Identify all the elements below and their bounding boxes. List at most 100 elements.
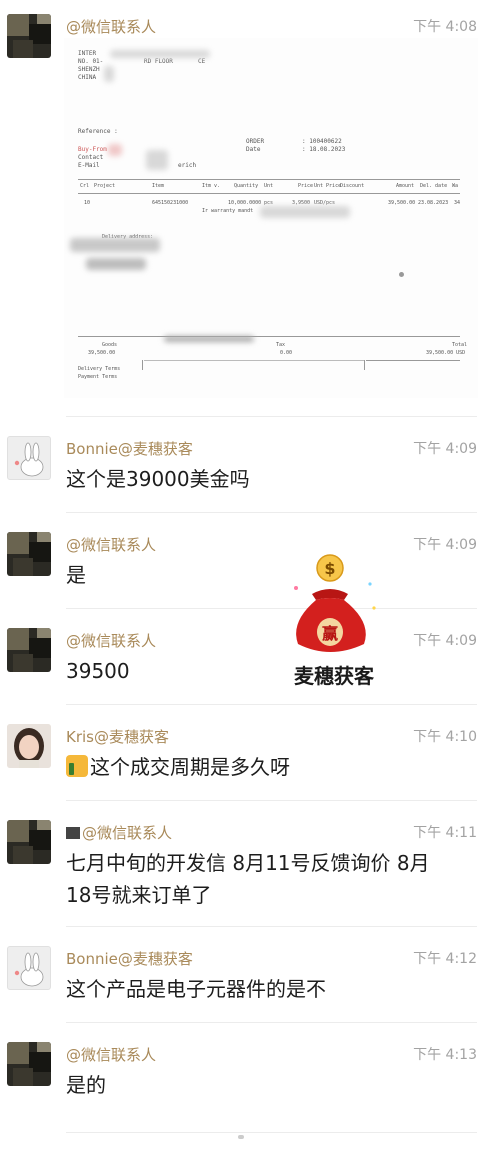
doc-cell: 34 xyxy=(454,200,461,206)
doc-col: Wa xyxy=(452,183,459,189)
sender-label: @微信联系人 xyxy=(66,18,157,36)
timestamp: 下午 4:10 xyxy=(413,729,477,745)
doc-reference-label: Reference : xyxy=(78,128,118,135)
message-text[interactable]: 是的 xyxy=(66,1068,106,1102)
doc-buyfrom-label: Buy-From xyxy=(78,146,107,153)
avatar[interactable] xyxy=(7,628,51,672)
sender-label: @微信联系人 xyxy=(66,536,157,554)
doc-col: Discount xyxy=(340,183,365,189)
doc-cell: 10 xyxy=(84,200,91,206)
doc-header-line: NO. 01- xyxy=(78,58,104,65)
message-3: @微信联系人 下午 4:09 是 xyxy=(0,514,497,610)
message-divider xyxy=(66,1132,477,1133)
timestamp: 下午 4:13 xyxy=(413,1047,477,1063)
message-1: @微信联系人 下午 4:08 INTER NO. 01- RD FLOOR CE… xyxy=(0,0,497,418)
money-bag-sticker: $ 赢 麦穗获客 xyxy=(282,548,386,698)
message-divider xyxy=(66,512,477,513)
sender-name: Bonnie@麦穗获客 xyxy=(66,950,193,968)
sender-label: @微信联系人 xyxy=(82,824,173,842)
bunny-icon xyxy=(14,442,44,477)
doc-header-line: SHENZH xyxy=(78,66,100,73)
avatar[interactable] xyxy=(7,1042,51,1086)
doc-col: Unt Price xyxy=(314,183,342,189)
avatar[interactable] xyxy=(7,436,51,480)
doc-header-line: CHINA xyxy=(78,74,97,81)
doc-col: Amount xyxy=(396,183,415,189)
svg-text:$: $ xyxy=(324,559,335,578)
message-text[interactable]: 七月中旬的开发信 8月11号反馈询价 8月 xyxy=(66,846,430,880)
doc-date-label: Date xyxy=(246,146,261,153)
message-text[interactable]: 这个是39000美金吗 xyxy=(66,462,250,496)
doc-email-value: erich xyxy=(178,162,197,169)
portrait-avatar-image xyxy=(7,724,51,768)
sticker-label: 麦穗获客 xyxy=(294,664,374,688)
avatar[interactable] xyxy=(7,820,51,864)
doc-email-label: E-Mail xyxy=(78,162,100,169)
thumbs-up-icon xyxy=(66,755,88,777)
timestamp: 下午 4:09 xyxy=(413,633,477,649)
sender-name: Bonnie@麦穗获客 xyxy=(66,440,193,458)
doc-col: Project xyxy=(94,183,116,189)
avatar[interactable] xyxy=(7,946,51,990)
doc-cell: 39,500.00 xyxy=(388,200,416,206)
message-2: Bonnie@麦穗获客 下午 4:09 这个是39000美金吗 xyxy=(0,418,497,514)
bunny-icon xyxy=(14,952,44,987)
message-text-line2[interactable]: 18号就来订单了 xyxy=(66,878,211,912)
sender-label: @微信联系人 xyxy=(66,632,157,650)
message-4: @微信联系人 下午 4:09 39500 xyxy=(0,610,497,706)
doc-col: Price xyxy=(298,183,314,189)
avatar[interactable] xyxy=(7,532,51,576)
timestamp: 下午 4:09 xyxy=(413,537,477,553)
doc-goods-label: Goods xyxy=(102,342,118,348)
order-document-image[interactable]: INTER NO. 01- RD FLOOR CE SHENZH CHINA R… xyxy=(64,38,478,398)
timestamp: 下午 4:11 xyxy=(413,825,477,841)
sender-name: @微信联系人 xyxy=(66,1044,156,1065)
doc-cell: 10,000.0000 xyxy=(228,200,262,206)
message-7: Bonnie@麦穗获客 下午 4:12 这个产品是电子元器件的是不 xyxy=(0,928,497,1024)
message-divider xyxy=(66,608,477,609)
message-8: @微信联系人 下午 4:13 是的 xyxy=(0,1024,497,1134)
message-text[interactable]: 是 xyxy=(66,558,86,592)
doc-goods-value: 39,500.00 xyxy=(88,350,116,356)
doc-order-value: : 100400622 xyxy=(302,138,342,145)
message-text-content: 这个成交周期是多久呀 xyxy=(90,755,290,779)
sender-name: @微信联系人 xyxy=(66,16,156,37)
message-text[interactable]: 39500 xyxy=(66,654,130,688)
message-divider xyxy=(66,416,477,417)
message-divider xyxy=(66,704,477,705)
sender-name: @微信联系人 xyxy=(66,822,172,843)
sender-name: @微信联系人 xyxy=(66,534,156,555)
timestamp: 下午 4:09 xyxy=(413,441,477,457)
sender-label: @微信联系人 xyxy=(66,1046,157,1064)
money-bag-icon: $ 赢 xyxy=(294,554,376,652)
sender-name: Kris@麦穗获客 xyxy=(66,728,169,746)
doc-col: Itm v. xyxy=(202,183,221,189)
sender-name: @微信联系人 xyxy=(66,630,156,651)
message-divider xyxy=(66,926,477,927)
message-5: Kris@麦穗获客 下午 4:10 这个成交周期是多久呀 xyxy=(0,706,497,802)
doc-col: Del. date xyxy=(420,183,448,189)
doc-order-label: ORDER xyxy=(246,138,265,145)
doc-tax-label: Tax xyxy=(276,342,286,348)
doc-header-line: INTER xyxy=(78,50,97,57)
doc-total-value: 39,500.00 USD xyxy=(426,350,466,356)
doc-header-line: CE xyxy=(198,58,206,65)
doc-col: Crl xyxy=(80,183,90,189)
avatar[interactable] xyxy=(7,724,51,768)
doc-total-label: Total xyxy=(452,342,468,348)
doc-contact-label: Contact xyxy=(78,154,104,161)
message-text[interactable]: 这个成交周期是多久呀 xyxy=(66,750,290,784)
doc-delivery-terms: Delivery Terms xyxy=(78,366,121,372)
redaction-block xyxy=(66,827,80,839)
bag-char: 赢 xyxy=(322,624,338,643)
doc-payment-terms: Payment Terms xyxy=(78,374,118,380)
doc-tax-value: 0.00 xyxy=(280,350,293,356)
doc-cell: 23.08.2023 xyxy=(418,200,449,206)
doc-col: Quantity xyxy=(234,183,259,189)
message-divider xyxy=(66,1022,477,1023)
avatar[interactable] xyxy=(7,14,51,58)
timestamp: 下午 4:12 xyxy=(413,951,477,967)
doc-cell: 645150231000 xyxy=(152,200,189,206)
scroll-indicator xyxy=(238,1135,244,1139)
message-text[interactable]: 这个产品是电子元器件的是不 xyxy=(66,972,326,1006)
